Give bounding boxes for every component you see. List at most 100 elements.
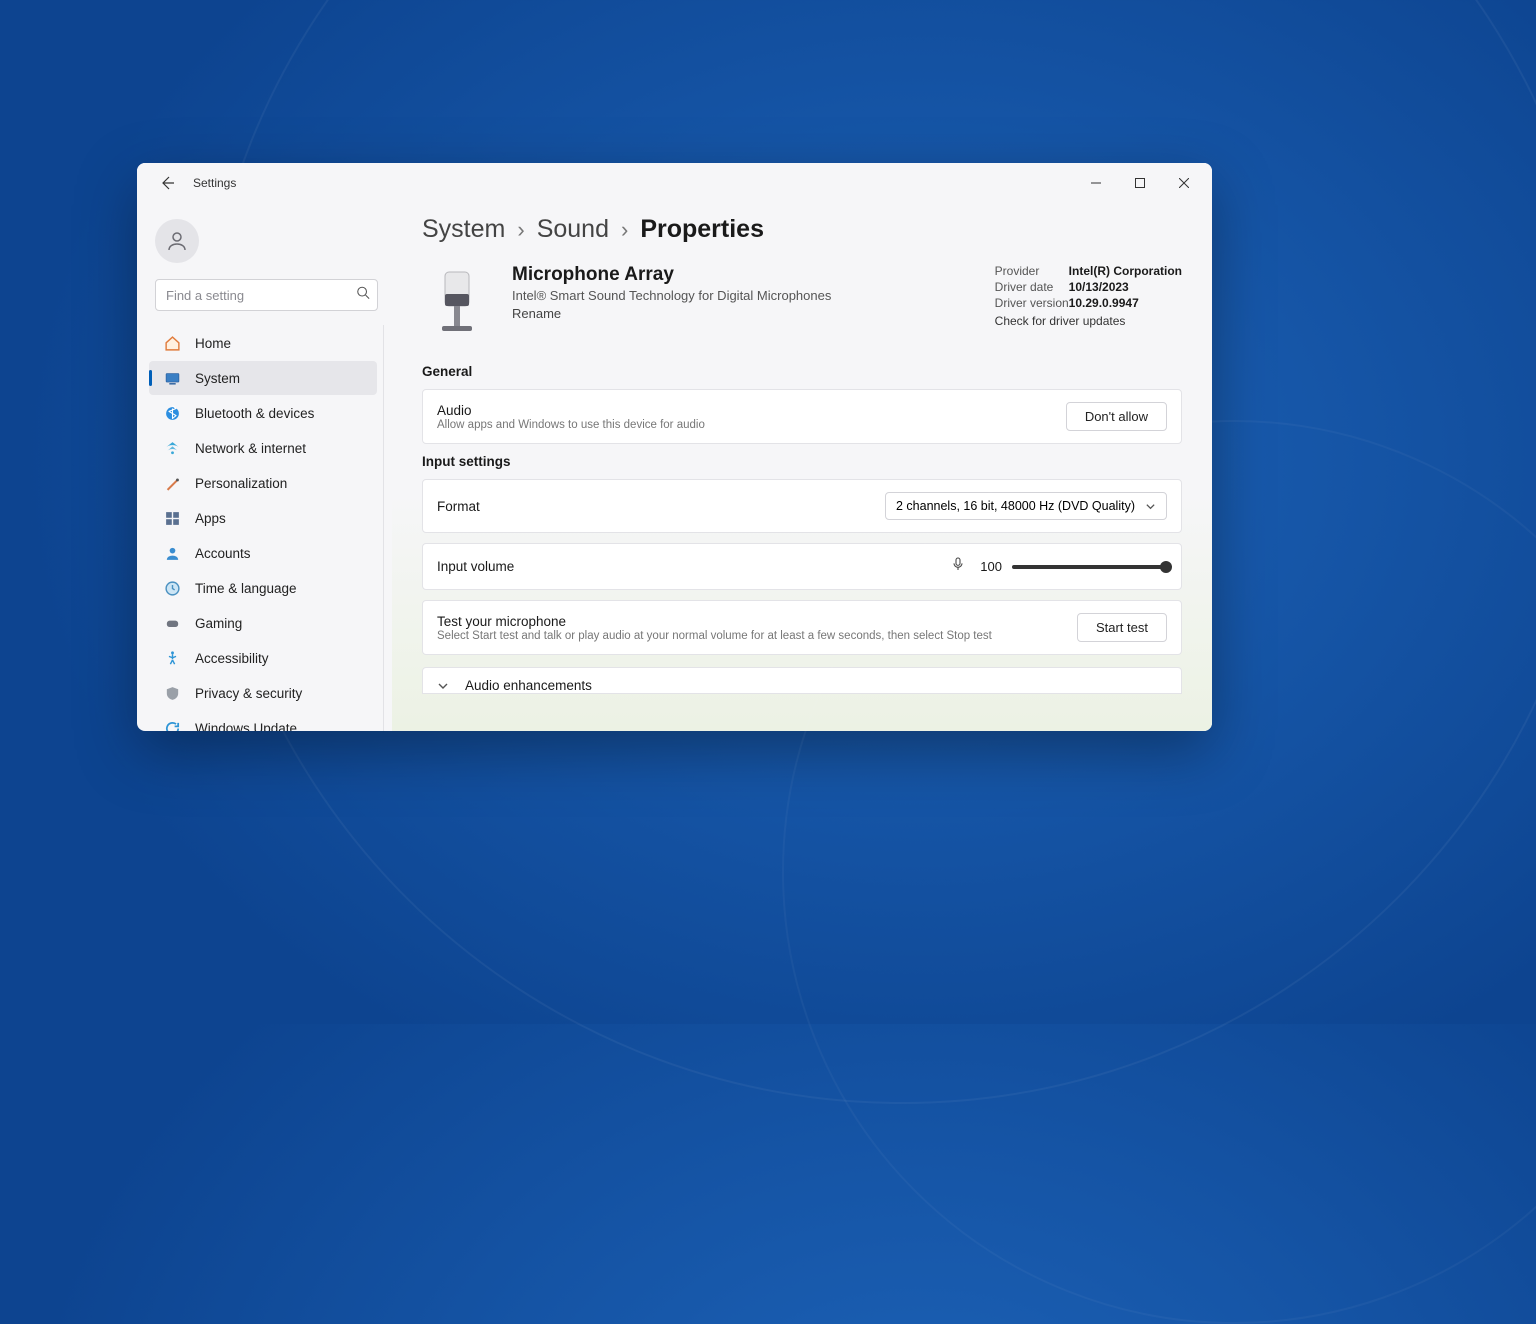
shield-icon	[163, 684, 181, 702]
format-label: Format	[437, 499, 480, 514]
microphone-small-icon	[950, 556, 966, 577]
device-subtitle: Intel® Smart Sound Technology for Digita…	[512, 288, 831, 303]
sidebar-item-label: Bluetooth & devices	[195, 406, 314, 421]
sidebar-item-label: Network & internet	[195, 441, 306, 456]
user-icon	[165, 229, 189, 253]
sidebar: Home System Bluetooth & devices	[137, 203, 392, 731]
sidebar-item-label: Home	[195, 336, 231, 351]
format-card: Format 2 channels, 16 bit, 48000 Hz (DVD…	[422, 479, 1182, 533]
avatar[interactable]	[155, 219, 199, 263]
audio-allow-card: Audio Allow apps and Windows to use this…	[422, 389, 1182, 444]
driver-meta: Provider Intel(R) Corporation Driver dat…	[995, 264, 1182, 328]
meta-version-value: 10.29.0.9947	[1069, 296, 1139, 310]
breadcrumb-sep: ›	[621, 217, 628, 243]
personalization-icon	[163, 474, 181, 492]
accessibility-icon	[163, 649, 181, 667]
chevron-down-icon	[437, 680, 449, 692]
sidebar-item-label: Gaming	[195, 616, 242, 631]
window-controls	[1074, 167, 1206, 199]
breadcrumb-sep: ›	[517, 217, 524, 243]
audio-card-subtitle: Allow apps and Windows to use this devic…	[437, 419, 705, 431]
sidebar-item-personalization[interactable]: Personalization	[149, 466, 377, 500]
start-test-button[interactable]: Start test	[1077, 613, 1167, 642]
test-mic-card: Test your microphone Select Start test a…	[422, 600, 1182, 655]
section-input: Input settings	[422, 454, 1182, 469]
breadcrumb-current: Properties	[640, 215, 764, 244]
volume-card: Input volume 100	[422, 543, 1182, 590]
test-subtitle: Select Start test and talk or play audio…	[437, 630, 992, 642]
search-icon	[356, 286, 370, 305]
slider-thumb[interactable]	[1160, 561, 1172, 573]
breadcrumb-sound[interactable]: Sound	[537, 215, 609, 244]
format-value: 2 channels, 16 bit, 48000 Hz (DVD Qualit…	[896, 499, 1135, 513]
accounts-icon	[163, 544, 181, 562]
back-arrow-icon	[159, 175, 175, 191]
app-title: Settings	[193, 176, 236, 190]
meta-version-label: Driver version	[995, 296, 1069, 310]
wifi-icon	[163, 439, 181, 457]
maximize-button[interactable]	[1118, 167, 1162, 199]
volume-label: Input volume	[437, 559, 514, 574]
sidebar-item-label: Privacy & security	[195, 686, 302, 701]
nav-list: Home System Bluetooth & devices	[149, 325, 384, 731]
sidebar-item-label: Accounts	[195, 546, 251, 561]
sidebar-item-label: Time & language	[195, 581, 297, 596]
enhancements-label: Audio enhancements	[465, 678, 592, 693]
microphone-icon	[422, 264, 492, 344]
meta-provider-label: Provider	[995, 264, 1069, 278]
check-driver-updates-link[interactable]: Check for driver updates	[995, 314, 1182, 328]
sidebar-item-label: Accessibility	[195, 651, 269, 666]
minimize-icon	[1091, 178, 1101, 188]
sidebar-item-bluetooth[interactable]: Bluetooth & devices	[149, 396, 377, 430]
volume-slider[interactable]	[1012, 565, 1167, 569]
sidebar-item-time[interactable]: Time & language	[149, 571, 377, 605]
audio-card-title: Audio	[437, 403, 705, 418]
sidebar-item-accounts[interactable]: Accounts	[149, 536, 377, 570]
minimize-button[interactable]	[1074, 167, 1118, 199]
meta-date-value: 10/13/2023	[1069, 280, 1129, 294]
sidebar-item-apps[interactable]: Apps	[149, 501, 377, 535]
apps-icon	[163, 509, 181, 527]
system-icon	[163, 369, 181, 387]
sidebar-item-privacy[interactable]: Privacy & security	[149, 676, 377, 710]
sidebar-item-update[interactable]: Windows Update	[149, 711, 377, 731]
volume-value: 100	[976, 559, 1002, 574]
close-icon	[1179, 178, 1189, 188]
back-button[interactable]	[151, 167, 183, 199]
device-info: Microphone Array Intel® Smart Sound Tech…	[512, 264, 831, 323]
test-title: Test your microphone	[437, 614, 992, 629]
search-box	[155, 279, 378, 311]
clock-icon	[163, 579, 181, 597]
breadcrumb: System › Sound › Properties	[422, 215, 1182, 244]
device-header: Microphone Array Intel® Smart Sound Tech…	[422, 264, 1182, 344]
meta-provider-value: Intel(R) Corporation	[1069, 264, 1182, 278]
update-icon	[163, 719, 181, 731]
sidebar-item-gaming[interactable]: Gaming	[149, 606, 377, 640]
meta-date-label: Driver date	[995, 280, 1069, 294]
sidebar-item-system[interactable]: System	[149, 361, 377, 395]
dont-allow-button[interactable]: Don't allow	[1066, 402, 1167, 431]
sidebar-item-label: Windows Update	[195, 721, 297, 732]
maximize-icon	[1135, 178, 1145, 188]
sidebar-item-accessibility[interactable]: Accessibility	[149, 641, 377, 675]
sidebar-item-label: Personalization	[195, 476, 287, 491]
sidebar-item-network[interactable]: Network & internet	[149, 431, 377, 465]
sidebar-item-label: System	[195, 371, 240, 386]
settings-window: Settings	[137, 163, 1212, 731]
bluetooth-icon	[163, 404, 181, 422]
rename-link[interactable]: Rename	[512, 306, 561, 321]
breadcrumb-system[interactable]: System	[422, 215, 505, 244]
gaming-icon	[163, 614, 181, 632]
home-icon	[163, 334, 181, 352]
device-name: Microphone Array	[512, 264, 831, 286]
format-select[interactable]: 2 channels, 16 bit, 48000 Hz (DVD Qualit…	[885, 492, 1167, 520]
enhancements-card[interactable]: Audio enhancements	[422, 667, 1182, 694]
section-general: General	[422, 364, 1182, 379]
titlebar: Settings	[137, 163, 1212, 203]
sidebar-item-home[interactable]: Home	[149, 326, 377, 360]
chevron-down-icon	[1145, 501, 1156, 512]
sidebar-item-label: Apps	[195, 511, 226, 526]
main-content[interactable]: System › Sound › Properties Microphone A…	[392, 203, 1212, 731]
close-button[interactable]	[1162, 167, 1206, 199]
search-input[interactable]	[155, 279, 378, 311]
